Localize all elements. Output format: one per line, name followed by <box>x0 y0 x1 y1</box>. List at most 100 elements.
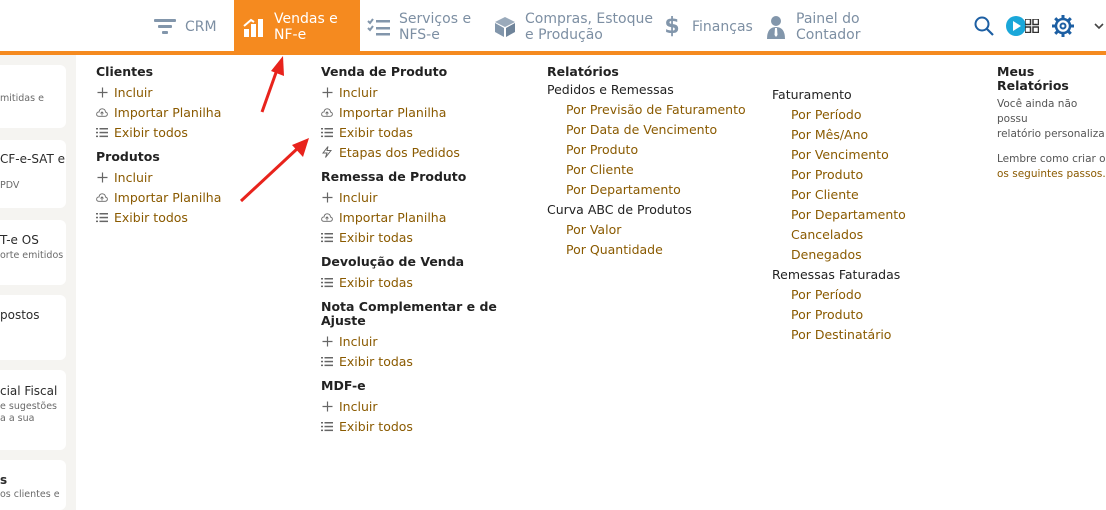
bar-chart-icon <box>242 15 266 39</box>
report-link[interactable]: Por Departamento <box>772 205 972 225</box>
section-title: Relatórios <box>547 64 619 79</box>
menu-item-label: Importar Planilha <box>339 104 447 120</box>
menu-item-incluir[interactable]: Incluir <box>321 187 521 207</box>
bolt-icon <box>321 146 333 158</box>
menu-item-label: Incluir <box>339 84 378 100</box>
nav-label: Painel do Contador <box>796 10 861 43</box>
list-icon <box>321 126 333 138</box>
plus-icon <box>96 171 108 183</box>
meus-relatorios-text: Você ainda não possu relatório personali… <box>997 98 1105 140</box>
menu-item-importar-planilha[interactable]: Importar Planilha <box>321 207 521 227</box>
list-icon <box>321 231 333 243</box>
dashboard-card[interactable]: postos <box>0 295 66 360</box>
report-link[interactable]: Por Data de Vencimento <box>547 120 747 140</box>
dashboard-card[interactable]: mitidas e <box>0 65 66 128</box>
menu-item-incluir[interactable]: Incluir <box>96 82 296 102</box>
section-title: MDF-e <box>321 378 366 393</box>
nav-compras[interactable]: Compras, Estoque e Produção <box>493 0 653 53</box>
menu-item-label: Exibir todas <box>339 274 413 290</box>
nav-crm[interactable]: CRM <box>153 0 217 53</box>
menu-column-operacoes: Venda de Produto Incluir Importar Planilha… <box>321 65 521 436</box>
menu-item-label: Importar Planilha <box>114 189 222 205</box>
list-icon <box>321 355 333 367</box>
section-title: Remessa de Produto <box>321 169 467 184</box>
meus-relatorios-link[interactable]: os seguintes passos. <box>997 167 1106 182</box>
report-link[interactable]: Por Departamento <box>547 180 747 200</box>
gear-icon[interactable] <box>1051 14 1075 38</box>
menu-item-exibir-todos[interactable]: Exibir todos <box>96 207 296 227</box>
report-link[interactable]: Denegados <box>772 245 972 265</box>
nav-financas[interactable]: $ Finanças <box>660 0 752 53</box>
menu-item-exibir-todas[interactable]: Exibir todas <box>321 122 521 142</box>
menu-item-label: Exibir todas <box>339 124 413 140</box>
card-subtitle: os clientes e <box>0 489 60 500</box>
section-title: Clientes <box>96 64 154 79</box>
plus-icon <box>321 400 333 412</box>
card-subtitle: PDV <box>0 180 20 191</box>
cloud-upload-icon <box>321 106 333 118</box>
dashboard-card[interactable]: T-e OS orte emitidos <box>0 220 66 285</box>
dashboard-card[interactable]: cial Fiscal e sugestões a a sua <box>0 370 66 450</box>
menu-item-label: Importar Planilha <box>114 104 222 120</box>
report-group-label: Curva ABC de Produtos <box>547 202 692 217</box>
card-title: T-e OS <box>0 233 39 247</box>
report-group-label: Remessas Faturadas <box>772 267 901 282</box>
report-link[interactable]: Cancelados <box>772 225 972 245</box>
report-link[interactable]: Por Vencimento <box>772 145 972 165</box>
report-link[interactable]: Por Destinatário <box>772 325 972 345</box>
menu-item-label: Incluir <box>339 189 378 205</box>
report-link[interactable]: Por Quantidade <box>547 240 747 260</box>
report-link[interactable]: Por Previsão de Faturamento <box>547 100 747 120</box>
report-link[interactable]: Por Cliente <box>547 160 747 180</box>
menu-item-exibir-todos[interactable]: Exibir todos <box>96 122 296 142</box>
card-subtitle: mitidas e <box>0 93 44 104</box>
top-navigation: CRM Vendas e NF-e Serviços e NFS-e Compr… <box>0 0 1106 55</box>
report-group-label: Faturamento <box>772 87 852 102</box>
menu-item-exibir-todas[interactable]: Exibir todas <box>321 227 521 247</box>
list-icon <box>96 126 108 138</box>
nav-painel-contador[interactable]: Painel do Contador <box>764 0 861 53</box>
menu-item-incluir[interactable]: Incluir <box>321 396 521 416</box>
list-icon <box>96 211 108 223</box>
nav-vendas[interactable]: Vendas e NF-e <box>234 0 360 53</box>
person-icon <box>764 15 788 39</box>
section-title: Nota Complementar e de Ajuste <box>321 299 497 328</box>
card-title: CF-e-SAT e <box>0 152 65 166</box>
cloud-upload-icon <box>96 191 108 203</box>
menu-item-exibir-todos[interactable]: Exibir todos <box>321 416 521 436</box>
grid-icon[interactable] <box>1024 14 1040 38</box>
report-link[interactable]: Por Mês/Ano <box>772 125 972 145</box>
section-title: Produtos <box>96 149 160 164</box>
menu-item-importar-planilha[interactable]: Importar Planilha <box>96 187 296 207</box>
report-link[interactable]: Por Período <box>772 285 972 305</box>
report-link[interactable]: Por Produto <box>547 140 747 160</box>
menu-item-label: Exibir todas <box>339 353 413 369</box>
search-icon[interactable] <box>972 14 996 38</box>
nav-label: Compras, Estoque e Produção <box>525 10 653 43</box>
menu-item-incluir[interactable]: Incluir <box>96 167 296 187</box>
report-group-label: Pedidos e Remessas <box>547 82 674 97</box>
menu-item-label: Incluir <box>114 84 153 100</box>
menu-item-incluir[interactable]: Incluir <box>321 331 521 351</box>
vendas-mega-menu: Clientes Incluir Importar Planilha Exibir t… <box>76 55 1106 510</box>
chevron-down-icon[interactable] <box>1092 14 1106 38</box>
menu-column-faturamento: Faturamento Por Período Por Mês/Ano Por Ven… <box>772 85 972 345</box>
dashboard-card[interactable]: CF-e-SAT e PDV <box>0 140 66 208</box>
menu-item-importar-planilha[interactable]: Importar Planilha <box>96 102 296 122</box>
dashboard-card[interactable]: s os clientes e <box>0 460 66 510</box>
menu-item-exibir-todas[interactable]: Exibir todas <box>321 351 521 371</box>
report-link[interactable]: Por Valor <box>547 220 747 240</box>
box-icon <box>493 15 517 39</box>
report-link[interactable]: Por Produto <box>772 305 972 325</box>
menu-column-relatorios: Relatórios Pedidos e Remessas Por Previsão… <box>547 65 747 260</box>
report-link[interactable]: Por Cliente <box>772 185 972 205</box>
report-link[interactable]: Por Período <box>772 105 972 125</box>
menu-item-incluir[interactable]: Incluir <box>321 82 521 102</box>
plus-icon <box>321 86 333 98</box>
nav-servicos[interactable]: Serviços e NFS-e <box>367 0 471 53</box>
card-title: cial Fiscal <box>0 384 58 398</box>
report-link[interactable]: Por Produto <box>772 165 972 185</box>
menu-item-etapas-dos-pedidos[interactable]: Etapas dos Pedidos <box>321 142 521 162</box>
menu-item-importar-planilha[interactable]: Importar Planilha <box>321 102 521 122</box>
menu-item-exibir-todas[interactable]: Exibir todas <box>321 272 521 292</box>
